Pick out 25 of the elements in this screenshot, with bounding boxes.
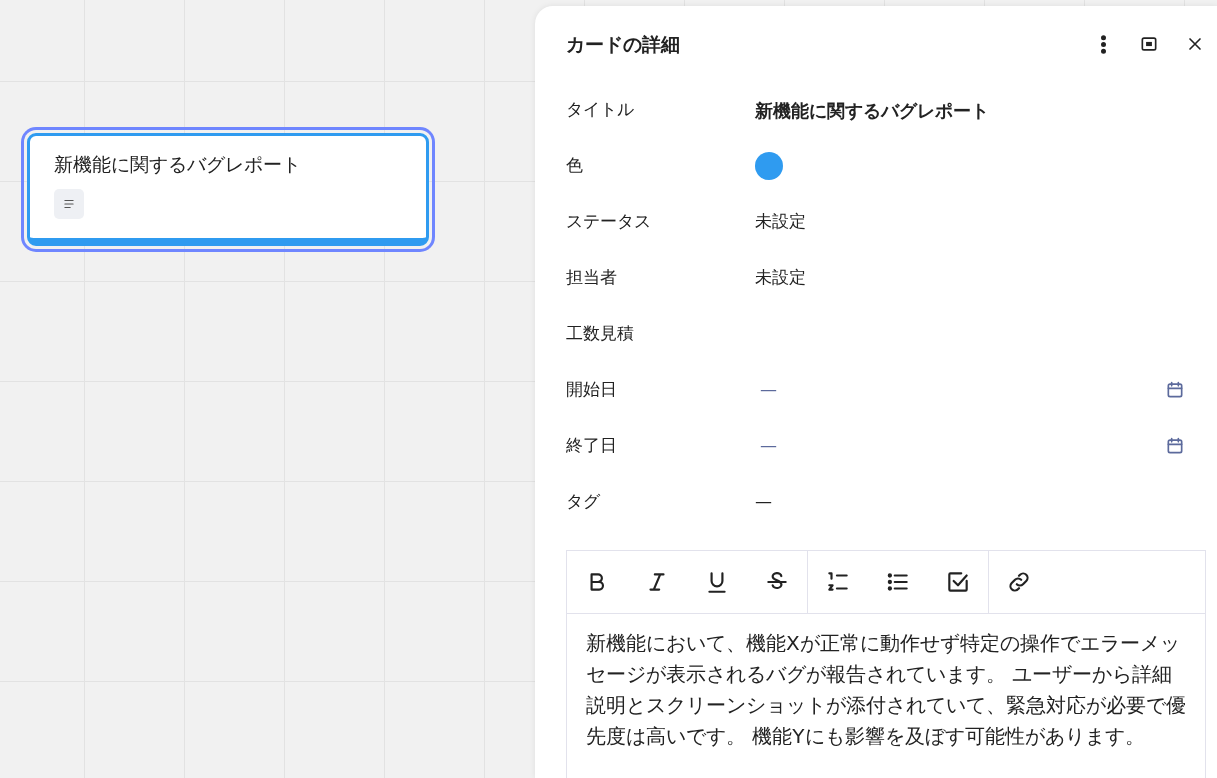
field-label: 色 xyxy=(566,154,584,178)
field-label: 工数見積 xyxy=(566,322,635,346)
field-label: 終了日 xyxy=(566,434,618,458)
color-dot[interactable] xyxy=(755,152,783,180)
field-label: 担当者 xyxy=(566,266,618,290)
card-title: 新機能に関するバグレポート xyxy=(54,152,302,177)
calendar-icon xyxy=(1165,380,1185,400)
field-value[interactable]: 未設定 xyxy=(755,209,806,235)
window-icon xyxy=(1139,34,1159,54)
panel-title: カードの詳細 xyxy=(566,31,681,57)
canvas-card[interactable]: 新機能に関するバグレポート xyxy=(24,130,432,249)
description-text[interactable]: 新機能において、機能Xが正常に動作せず特定の操作でエラーメッセージが表示されるバグが報告されています。 ユーザーから詳細説明とスクリーンショットが添付されていて、緊急対応が必要で優先度は高いです。 機能Yにも影響を及ぼす可能性があります。 xyxy=(567,614,1205,766)
field-label: ステータス xyxy=(566,210,652,234)
field-value[interactable]: 未設定 xyxy=(755,265,806,291)
date-value[interactable]: — xyxy=(760,377,777,403)
field-value[interactable]: — xyxy=(755,489,772,515)
field-label: タグ xyxy=(566,490,601,514)
more-icon xyxy=(1100,33,1106,55)
link-icon xyxy=(1006,569,1032,595)
date-value[interactable]: — xyxy=(760,433,777,459)
field-label: タイトル xyxy=(566,98,635,122)
title-value[interactable]: 新機能に関するバグレポート xyxy=(755,96,989,124)
calendar-icon xyxy=(1165,436,1185,456)
checkbox-icon xyxy=(945,569,971,595)
field-label: 開始日 xyxy=(566,378,618,402)
